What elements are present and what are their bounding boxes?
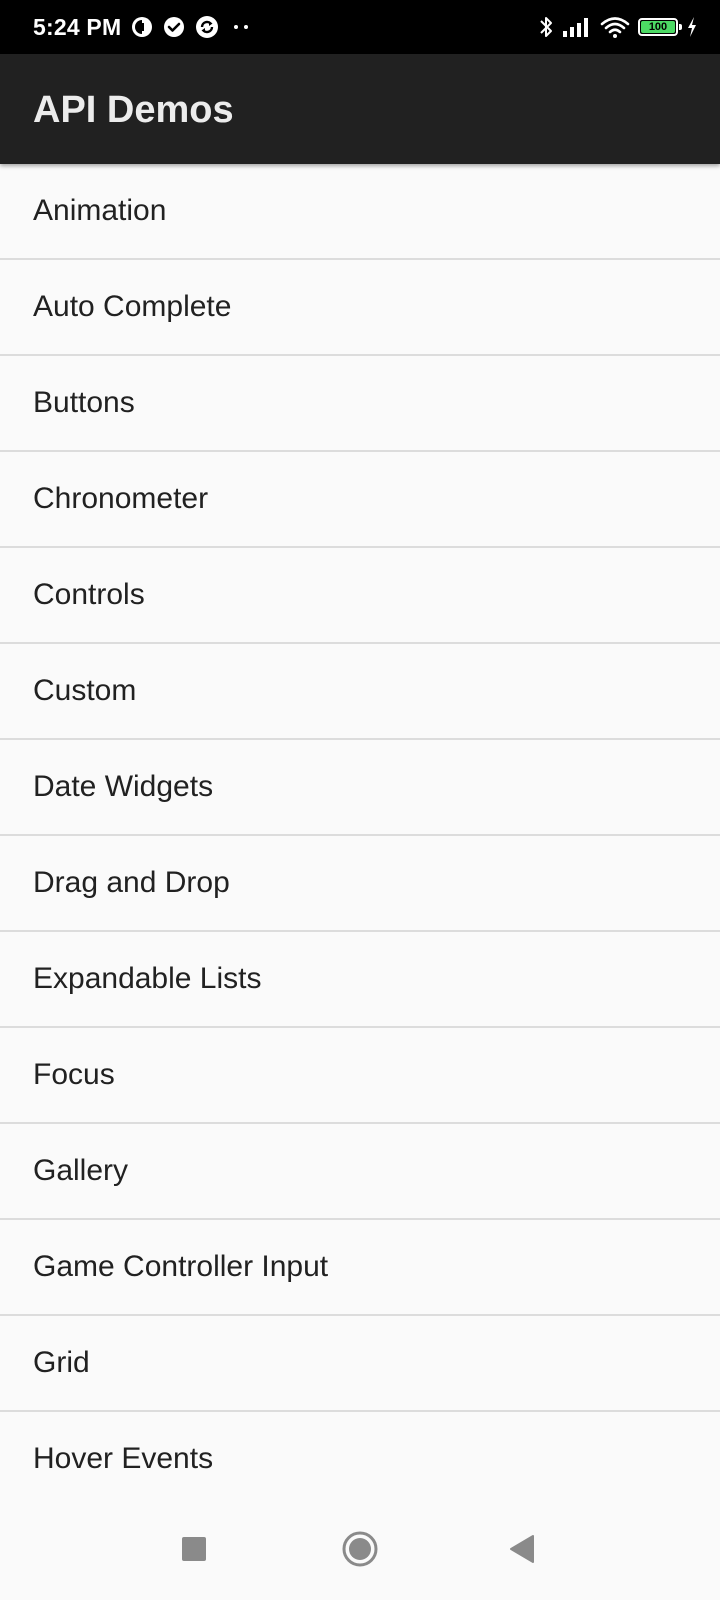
check-circle-icon	[163, 16, 185, 38]
charging-icon	[686, 16, 698, 38]
list-item-grid[interactable]: Grid	[0, 1316, 720, 1412]
demo-list[interactable]: Animation Auto Complete Buttons Chronome…	[0, 164, 720, 1502]
screen: 5:24 PM 100 API Demos Animation Auto Com…	[0, 0, 720, 1600]
page-title: API Demos	[33, 89, 234, 131]
more-dots-icon	[229, 16, 253, 38]
list-item-buttons[interactable]: Buttons	[0, 356, 720, 452]
back-button[interactable]	[462, 1502, 582, 1600]
list-item-custom[interactable]: Custom	[0, 644, 720, 740]
status-right: 100	[538, 0, 698, 54]
list-item-hover-events[interactable]: Hover Events	[0, 1412, 720, 1502]
list-item-label: Animation	[33, 194, 167, 227]
home-icon	[341, 1530, 379, 1573]
list-item-animation[interactable]: Animation	[0, 164, 720, 260]
recent-apps-icon	[181, 1536, 207, 1567]
list-item-label: Custom	[33, 674, 137, 707]
bluetooth-icon	[538, 14, 554, 40]
home-button[interactable]	[300, 1502, 420, 1600]
list-item-game-controller-input[interactable]: Game Controller Input	[0, 1220, 720, 1316]
list-item-label: Chronometer	[33, 482, 209, 515]
list-item-focus[interactable]: Focus	[0, 1028, 720, 1124]
recent-apps-button[interactable]	[134, 1502, 254, 1600]
list-item-expandable-lists[interactable]: Expandable Lists	[0, 932, 720, 1028]
list-item-auto-complete[interactable]: Auto Complete	[0, 260, 720, 356]
list-item-chronometer[interactable]: Chronometer	[0, 452, 720, 548]
status-bar: 5:24 PM 100	[0, 0, 720, 54]
list-item-label: Auto Complete	[33, 290, 232, 323]
list-item-label: Date Widgets	[33, 770, 214, 803]
list-item-drag-and-drop[interactable]: Drag and Drop	[0, 836, 720, 932]
list-item-label: Controls	[33, 578, 145, 611]
list-item-label: Buttons	[33, 386, 135, 419]
list-item-label: Focus	[33, 1058, 115, 1091]
status-left: 5:24 PM	[33, 0, 253, 54]
list-item-label: Grid	[33, 1346, 90, 1379]
list-item-date-widgets[interactable]: Date Widgets	[0, 740, 720, 836]
status-time: 5:24 PM	[33, 13, 122, 40]
sync-icon	[195, 15, 219, 39]
data-saver-icon	[131, 16, 153, 38]
list-item-label: Gallery	[33, 1154, 129, 1187]
battery-icon: 100	[638, 18, 682, 36]
list-item-label: Expandable Lists	[33, 962, 262, 995]
list-item-controls[interactable]: Controls	[0, 548, 720, 644]
list-item-label: Hover Events	[33, 1442, 214, 1475]
wifi-icon	[600, 15, 630, 39]
signal-icon	[562, 16, 592, 38]
list-item-gallery[interactable]: Gallery	[0, 1124, 720, 1220]
navigation-bar	[0, 1502, 720, 1600]
list-item-label: Drag and Drop	[33, 866, 230, 899]
back-icon	[508, 1534, 536, 1569]
list-item-label: Game Controller Input	[33, 1250, 329, 1283]
app-bar: API Demos	[0, 54, 720, 164]
battery-level: 100	[648, 20, 668, 33]
